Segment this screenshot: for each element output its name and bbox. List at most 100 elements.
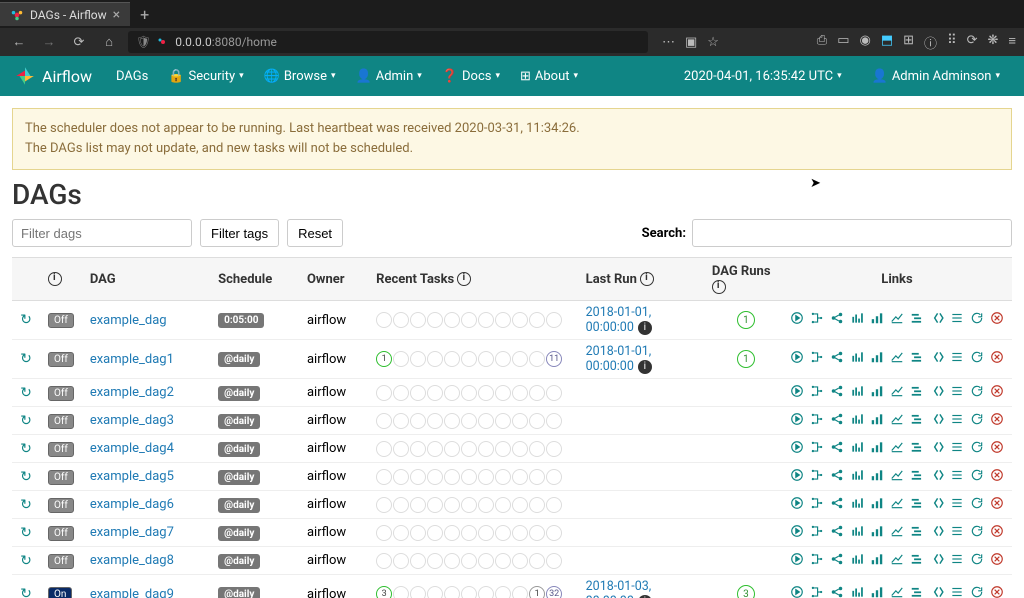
schedule-badge[interactable]: @daily xyxy=(218,470,260,485)
task-tries-icon[interactable] xyxy=(870,350,884,368)
task-duration-icon[interactable] xyxy=(850,412,864,430)
task-tries-icon[interactable] xyxy=(870,468,884,486)
task-duration-icon[interactable] xyxy=(850,440,864,458)
reset-button[interactable]: Reset xyxy=(287,219,343,247)
graph-view-icon[interactable] xyxy=(830,524,844,542)
col-recent-tasks[interactable]: Recent Tasks xyxy=(368,258,578,301)
ext4-icon[interactable]: ⠿ xyxy=(947,33,957,52)
code-icon[interactable] xyxy=(930,552,944,570)
dag-run-count[interactable]: 3 xyxy=(737,585,755,598)
dag-link[interactable]: example_dag1 xyxy=(90,352,174,367)
task-circle[interactable]: 1 xyxy=(529,586,545,598)
schedule-badge[interactable]: @daily xyxy=(218,498,260,513)
trigger-dag-icon[interactable] xyxy=(790,350,804,368)
logs-icon[interactable] xyxy=(950,350,964,368)
dag-toggle[interactable]: Off xyxy=(48,554,74,569)
logs-icon[interactable] xyxy=(950,552,964,570)
task-tries-icon[interactable] xyxy=(870,440,884,458)
logs-icon[interactable] xyxy=(950,496,964,514)
landing-times-icon[interactable] xyxy=(890,585,904,598)
refresh-icon[interactable] xyxy=(970,496,984,514)
dag-link[interactable]: example_dag5 xyxy=(90,469,174,484)
code-icon[interactable] xyxy=(930,468,944,486)
landing-times-icon[interactable] xyxy=(890,350,904,368)
tree-view-icon[interactable] xyxy=(810,468,824,486)
schedule-badge[interactable]: 0:05:00 xyxy=(218,313,264,328)
trigger-dag-icon[interactable] xyxy=(790,468,804,486)
logs-icon[interactable] xyxy=(950,585,964,598)
trigger-dag-icon[interactable] xyxy=(790,440,804,458)
clock[interactable]: 2020-04-01, 16:35:42 UTC▾ xyxy=(674,69,852,84)
task-circle[interactable]: 3 xyxy=(376,586,392,598)
sidebar-icon[interactable]: ▭ xyxy=(837,33,849,52)
trigger-dag-icon[interactable] xyxy=(790,311,804,329)
filter-dags-input[interactable] xyxy=(12,219,192,247)
last-run-link[interactable]: 2018-01-03, 00:00:00i xyxy=(586,579,652,598)
task-tries-icon[interactable] xyxy=(870,552,884,570)
col-dag[interactable]: DAG xyxy=(82,258,210,301)
landing-times-icon[interactable] xyxy=(890,524,904,542)
nav-browse[interactable]: 🌐Browse▾ xyxy=(254,69,346,84)
logs-icon[interactable] xyxy=(950,412,964,430)
landing-times-icon[interactable] xyxy=(890,311,904,329)
schedule-badge[interactable]: @daily xyxy=(218,352,260,367)
dag-toggle[interactable]: Off xyxy=(48,386,74,401)
close-tab-icon[interactable]: × xyxy=(113,7,120,23)
gantt-icon[interactable] xyxy=(910,311,924,329)
row-refresh-icon[interactable]: ↻ xyxy=(20,553,32,569)
row-refresh-icon[interactable]: ↻ xyxy=(20,441,32,457)
trigger-dag-icon[interactable] xyxy=(790,412,804,430)
dag-toggle[interactable]: Off xyxy=(48,313,74,328)
nav-dags[interactable]: DAGs xyxy=(106,69,158,84)
code-icon[interactable] xyxy=(930,384,944,402)
dag-toggle[interactable]: On xyxy=(48,587,72,598)
delete-icon[interactable] xyxy=(990,412,1004,430)
gantt-icon[interactable] xyxy=(910,496,924,514)
delete-icon[interactable] xyxy=(990,552,1004,570)
nav-about[interactable]: ⊞About▾ xyxy=(510,69,588,84)
trigger-dag-icon[interactable] xyxy=(790,585,804,598)
dag-run-count[interactable]: 1 xyxy=(737,350,755,368)
code-icon[interactable] xyxy=(930,440,944,458)
graph-view-icon[interactable] xyxy=(830,440,844,458)
graph-view-icon[interactable] xyxy=(830,350,844,368)
delete-icon[interactable] xyxy=(990,440,1004,458)
tree-view-icon[interactable] xyxy=(810,552,824,570)
sync-icon[interactable]: ◉ xyxy=(860,33,871,52)
refresh-icon[interactable] xyxy=(970,468,984,486)
last-run-link[interactable]: 2018-01-01, 00:00:00i xyxy=(586,305,652,335)
reload-button[interactable]: ⟳ xyxy=(68,35,90,50)
brand[interactable]: Airflow xyxy=(14,65,92,87)
tree-view-icon[interactable] xyxy=(810,440,824,458)
gantt-icon[interactable] xyxy=(910,552,924,570)
refresh-icon[interactable] xyxy=(970,524,984,542)
tree-view-icon[interactable] xyxy=(810,585,824,598)
task-circle[interactable]: 32 xyxy=(546,586,562,598)
task-tries-icon[interactable] xyxy=(870,496,884,514)
task-circle[interactable]: 1 xyxy=(376,351,392,367)
gantt-icon[interactable] xyxy=(910,350,924,368)
schedule-badge[interactable]: @daily xyxy=(218,554,260,569)
task-duration-icon[interactable] xyxy=(850,350,864,368)
delete-icon[interactable] xyxy=(990,585,1004,598)
code-icon[interactable] xyxy=(930,412,944,430)
dag-toggle[interactable]: Off xyxy=(48,498,74,513)
row-refresh-icon[interactable]: ↻ xyxy=(20,413,32,429)
code-icon[interactable] xyxy=(930,350,944,368)
nav-docs[interactable]: ❓Docs▾ xyxy=(432,69,510,84)
task-circle[interactable]: 11 xyxy=(546,351,562,367)
tree-view-icon[interactable] xyxy=(810,384,824,402)
dag-run-count[interactable]: 1 xyxy=(737,311,755,329)
task-duration-icon[interactable] xyxy=(850,552,864,570)
new-tab-button[interactable]: + xyxy=(130,5,159,24)
col-schedule[interactable]: Schedule xyxy=(210,258,299,301)
menu-icon[interactable]: ≡ xyxy=(1008,33,1016,52)
schedule-badge[interactable]: @daily xyxy=(218,442,260,457)
schedule-badge[interactable]: @daily xyxy=(218,526,260,541)
landing-times-icon[interactable] xyxy=(890,552,904,570)
delete-icon[interactable] xyxy=(990,311,1004,329)
nav-security[interactable]: 🔒Security▾ xyxy=(158,69,253,84)
code-icon[interactable] xyxy=(930,311,944,329)
landing-times-icon[interactable] xyxy=(890,496,904,514)
schedule-badge[interactable]: @daily xyxy=(218,386,260,401)
